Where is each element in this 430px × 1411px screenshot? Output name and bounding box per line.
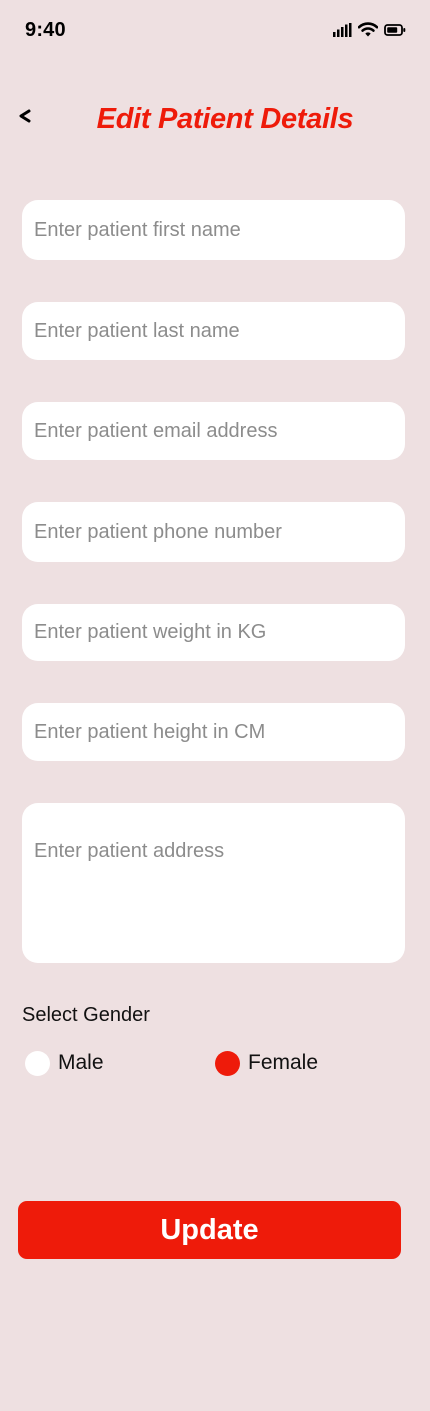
update-button[interactable]: Update [18, 1201, 401, 1259]
weight-input[interactable] [22, 604, 405, 661]
last-name-input[interactable] [22, 302, 405, 360]
battery-icon [384, 23, 406, 41]
page-title: Edit Patient Details [96, 103, 354, 135]
first-name-input[interactable] [22, 200, 405, 260]
phone-input[interactable] [22, 502, 405, 562]
status-bar: 9:40 [0, 0, 430, 60]
gender-label: Select Gender [22, 1004, 150, 1026]
status-time: 9:40 [25, 19, 66, 41]
radio-selected-icon[interactable] [215, 1050, 240, 1076]
header: Edit Patient Details [0, 95, 430, 145]
email-input[interactable] [22, 402, 405, 460]
cellular-signal-icon [333, 22, 352, 42]
height-input[interactable] [22, 703, 405, 761]
gender-option-female[interactable]: Female [215, 1049, 318, 1077]
status-icons [333, 22, 406, 42]
radio-unselected-icon[interactable] [25, 1050, 50, 1076]
wifi-icon [357, 22, 379, 42]
gender-option-male[interactable]: Male [25, 1049, 104, 1077]
gender-option-label: Male [58, 1051, 104, 1074]
address-input[interactable] [22, 803, 405, 963]
gender-option-label: Female [248, 1051, 319, 1074]
